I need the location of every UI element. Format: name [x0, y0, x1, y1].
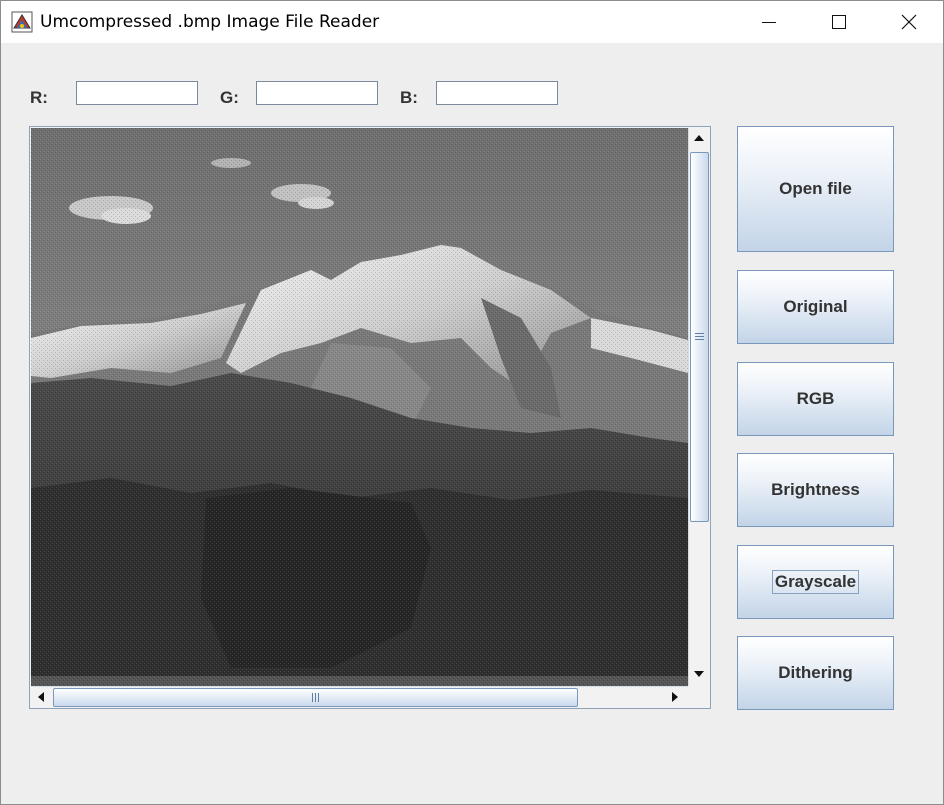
grayscale-button[interactable]: Grayscale: [737, 545, 894, 619]
g-label: G:: [220, 88, 239, 107]
brightness-label: Brightness: [771, 480, 860, 499]
dithering-button[interactable]: Dithering: [737, 636, 894, 710]
app-window: Umcompressed .bmp Image File Reader R: G…: [0, 0, 944, 805]
horizontal-scrollbar[interactable]: [31, 686, 688, 708]
grayscale-label: Grayscale: [771, 570, 860, 594]
vertical-scrollbar[interactable]: [688, 128, 710, 686]
window-title: Umcompressed .bmp Image File Reader: [40, 12, 380, 32]
r-value-field[interactable]: [76, 81, 198, 105]
arrow-down-icon: [694, 671, 704, 677]
horizontal-scroll-thumb[interactable]: [53, 688, 578, 707]
g-value-field[interactable]: [256, 81, 378, 105]
minimize-icon: [762, 22, 776, 23]
minimize-button[interactable]: [734, 1, 804, 43]
b-label: B:: [400, 88, 418, 107]
scroll-right-button[interactable]: [665, 687, 685, 707]
b-value-field[interactable]: [436, 81, 558, 105]
title-bar[interactable]: Umcompressed .bmp Image File Reader: [1, 1, 943, 43]
original-button[interactable]: Original: [737, 270, 894, 344]
open-file-button[interactable]: Open file: [737, 126, 894, 252]
vertical-scroll-thumb[interactable]: [690, 152, 709, 522]
image-viewport[interactable]: [31, 128, 688, 686]
original-label: Original: [783, 297, 848, 316]
image-scroll-pane[interactable]: [29, 126, 711, 709]
open-file-label: Open file: [779, 179, 852, 198]
scroll-left-button[interactable]: [31, 687, 51, 707]
brightness-button[interactable]: Brightness: [737, 453, 894, 527]
close-icon: [901, 14, 917, 30]
rgb-button[interactable]: RGB: [737, 362, 894, 436]
thumb-grip-icon: [312, 693, 319, 702]
arrow-left-icon: [38, 692, 44, 702]
java-app-icon: [11, 11, 33, 33]
scroll-up-button[interactable]: [689, 128, 709, 148]
mountain-image[interactable]: [31, 128, 688, 686]
thumb-grip-icon: [695, 333, 704, 340]
scroll-corner: [688, 686, 710, 708]
close-button[interactable]: [874, 1, 944, 43]
dithering-label: Dithering: [778, 663, 853, 682]
rgb-label: RGB: [796, 389, 835, 408]
maximize-icon: [832, 15, 846, 29]
maximize-button[interactable]: [804, 1, 874, 43]
arrow-up-icon: [694, 135, 704, 141]
r-label: R:: [30, 88, 48, 107]
scroll-down-button[interactable]: [689, 664, 709, 684]
arrow-right-icon: [672, 692, 678, 702]
